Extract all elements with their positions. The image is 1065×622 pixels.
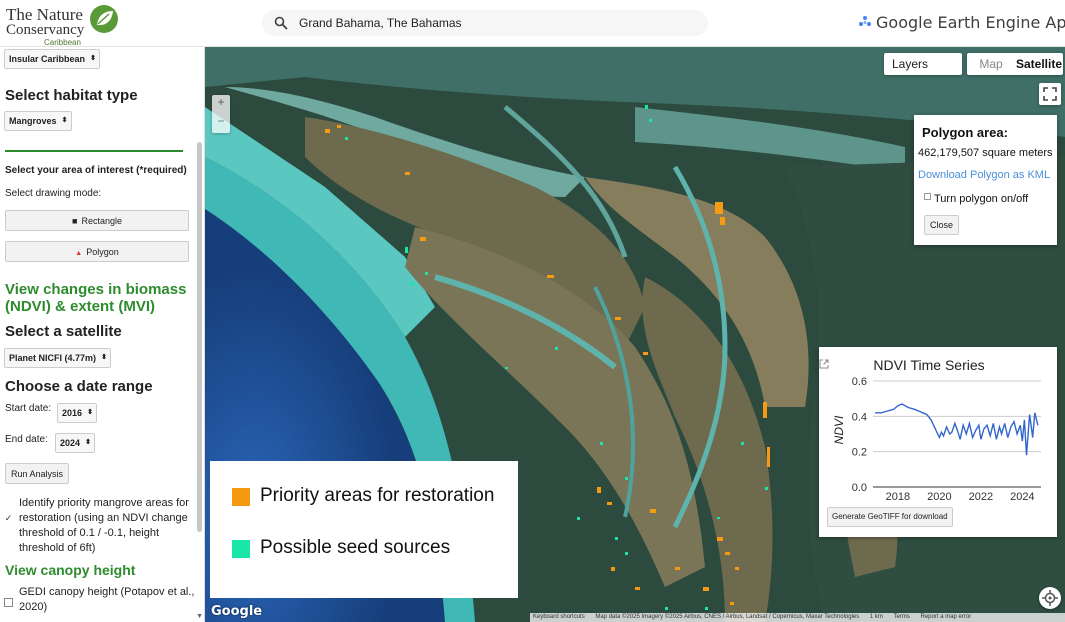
google-watermark: Google	[211, 604, 263, 619]
logo-text-line2: Conservancy	[6, 22, 85, 38]
report-map-error-link[interactable]: Report a map error	[921, 614, 972, 620]
map-legend: Priority areas for restoration Possible …	[210, 461, 518, 598]
biomass-heading: View changes in biomass (NDVI) & extent …	[5, 281, 187, 315]
polygon-toggle-checkbox[interactable]	[924, 193, 931, 200]
x-tick-label: 2018	[886, 491, 910, 502]
select-caret-icon: ⬍	[101, 354, 108, 361]
legend-label-priority: Priority areas for restoration	[260, 485, 495, 506]
aoi-heading: Select your area of interest (*required)	[5, 165, 187, 176]
zoom-control: + −	[212, 95, 230, 133]
rectangle-button-label: Rectangle	[81, 216, 122, 226]
select-caret-icon: ⬍	[85, 439, 92, 446]
map-type-satellite-button[interactable]: Satellite	[1015, 53, 1063, 75]
zoom-out-button[interactable]: −	[212, 114, 230, 133]
date-range-heading: Choose a date range	[5, 378, 153, 395]
fullscreen-icon	[1043, 87, 1057, 101]
y-axis-label: NDVI	[832, 415, 846, 444]
triangle-icon: ▲	[75, 250, 83, 257]
layers-dropdown[interactable]: Layers	[884, 53, 962, 75]
earth-engine-brand: Google Earth Engine Apps	[858, 13, 1065, 32]
map-type-map-button[interactable]: Map	[967, 53, 1015, 75]
generate-geotiff-button[interactable]: Generate GeoTIFF for download	[827, 507, 953, 527]
polygon-button-label: Polygon	[86, 247, 119, 257]
chart-title: NDVI Time Series	[873, 357, 984, 373]
gedi-checkbox-label: GEDI canopy height (Potapov et al., 2020…	[19, 586, 195, 613]
sidebar-scrollbar[interactable]	[197, 142, 202, 532]
polygon-area-title: Polygon area:	[922, 125, 1008, 140]
x-tick-label: 2022	[969, 491, 993, 502]
x-tick-label: 2020	[927, 491, 951, 502]
y-tick-label: 0.4	[852, 411, 867, 423]
map-data-attribution: Map data ©2025 Imagery ©2025 Airbus, CNE…	[595, 614, 860, 620]
habitat-heading: Select habitat type	[5, 87, 138, 104]
crosshair-icon	[1042, 590, 1058, 606]
polygon-toggle-label: Turn polygon on/off	[934, 193, 1029, 205]
legend-label-seed: Possible seed sources	[260, 537, 451, 558]
leaf-icon	[90, 5, 118, 33]
select-caret-icon: ⬍	[87, 409, 94, 416]
tnc-logo[interactable]: The Nature Conservancy Caribbean	[4, 3, 124, 47]
y-tick-label: 0.2	[852, 447, 867, 459]
download-kml-link[interactable]: Download Polygon as KML	[918, 169, 1050, 181]
end-date-value: 2024	[60, 438, 81, 448]
priority-checkbox[interactable]: ✓	[4, 514, 13, 523]
locate-button[interactable]	[1039, 587, 1061, 609]
map-type-toggle: Map Satellite	[967, 53, 1063, 75]
start-date-value: 2016	[62, 408, 83, 418]
app-header: The Nature Conservancy Caribbean Grand B…	[0, 0, 1065, 47]
scroll-down-icon[interactable]: ▼	[196, 613, 203, 620]
ndvi-chart: NDVI Time Series NDVI 0.0 0.2 0.4 0.6 2018 20…	[832, 357, 1041, 502]
map-attribution-bar: Keyboard shortcuts Map data ©2025 Imager…	[530, 613, 1065, 622]
priority-checkbox-label: Identify priority mangrove areas for res…	[19, 497, 189, 554]
start-date-label: Start date:	[5, 403, 52, 414]
polygon-area-value: 462,179,507 square meters	[918, 147, 1053, 159]
keyboard-shortcuts-link[interactable]: Keyboard shortcuts	[533, 614, 585, 620]
terms-link[interactable]: Terms	[894, 614, 910, 620]
select-caret-icon: ⬍	[61, 117, 68, 124]
ndvi-chart-panel: NDVI Time Series NDVI 0.0 0.2 0.4 0.6 2018 20…	[819, 347, 1057, 537]
habitat-select[interactable]: Mangroves ⬍	[4, 111, 72, 131]
control-sidebar: Insular Caribbean ⬍ Select habitat type M…	[0, 47, 205, 622]
popout-icon[interactable]	[819, 359, 829, 369]
start-date-select[interactable]: 2016 ⬍	[57, 403, 98, 423]
search-input[interactable]: Grand Bahama, The Bahamas	[299, 16, 462, 30]
select-caret-icon: ⬍	[90, 55, 97, 62]
satellite-select-value: Planet NICFI (4.77m)	[9, 353, 97, 363]
canopy-heading: View canopy height	[5, 562, 136, 578]
rectangle-button[interactable]: ■ Rectangle	[5, 210, 189, 231]
square-icon: ■	[72, 216, 78, 226]
fullscreen-button[interactable]	[1039, 83, 1061, 105]
ndvi-series-line	[875, 403, 1039, 456]
habitat-select-value: Mangroves	[9, 116, 57, 126]
y-tick-label: 0.0	[852, 482, 867, 494]
zoom-in-button[interactable]: +	[212, 95, 230, 114]
legend-swatch-seed	[232, 540, 250, 558]
legend-swatch-priority	[232, 488, 250, 506]
end-date-label: End date:	[5, 434, 48, 445]
brand-text: Google Earth Engine Apps	[876, 13, 1065, 32]
logo-text-line3: Caribbean	[44, 38, 81, 47]
drawing-mode-label: Select drawing mode:	[5, 188, 102, 199]
region-select[interactable]: Insular Caribbean ⬍	[4, 49, 101, 69]
satellite-select[interactable]: Planet NICFI (4.77m) ⬍	[4, 348, 112, 368]
search-icon	[274, 16, 288, 30]
polygon-button[interactable]: ▲ Polygon	[5, 241, 189, 262]
polygon-area-panel: Polygon area: 462,179,507 square meters …	[914, 115, 1057, 245]
section-divider	[5, 150, 183, 152]
end-date-select[interactable]: 2024 ⬍	[55, 433, 96, 453]
gedi-checkbox[interactable]	[4, 598, 13, 607]
close-button[interactable]: Close	[924, 215, 960, 235]
satellite-heading: Select a satellite	[5, 323, 122, 340]
polygon-toggle-row[interactable]: Turn polygon on/off	[924, 193, 1028, 205]
x-tick-label: 2024	[1010, 491, 1034, 502]
search-bar[interactable]: Grand Bahama, The Bahamas	[262, 10, 708, 36]
run-analysis-button[interactable]: Run Analysis	[5, 463, 70, 484]
scale-label: 1 km	[869, 614, 883, 620]
region-select-value: Insular Caribbean	[9, 54, 86, 64]
satellite-map[interactable]: + − Layers Map Satellite Polygon area: 4…	[205, 47, 1065, 622]
y-tick-label: 0.6	[852, 376, 867, 388]
earth-engine-icon	[859, 16, 871, 26]
